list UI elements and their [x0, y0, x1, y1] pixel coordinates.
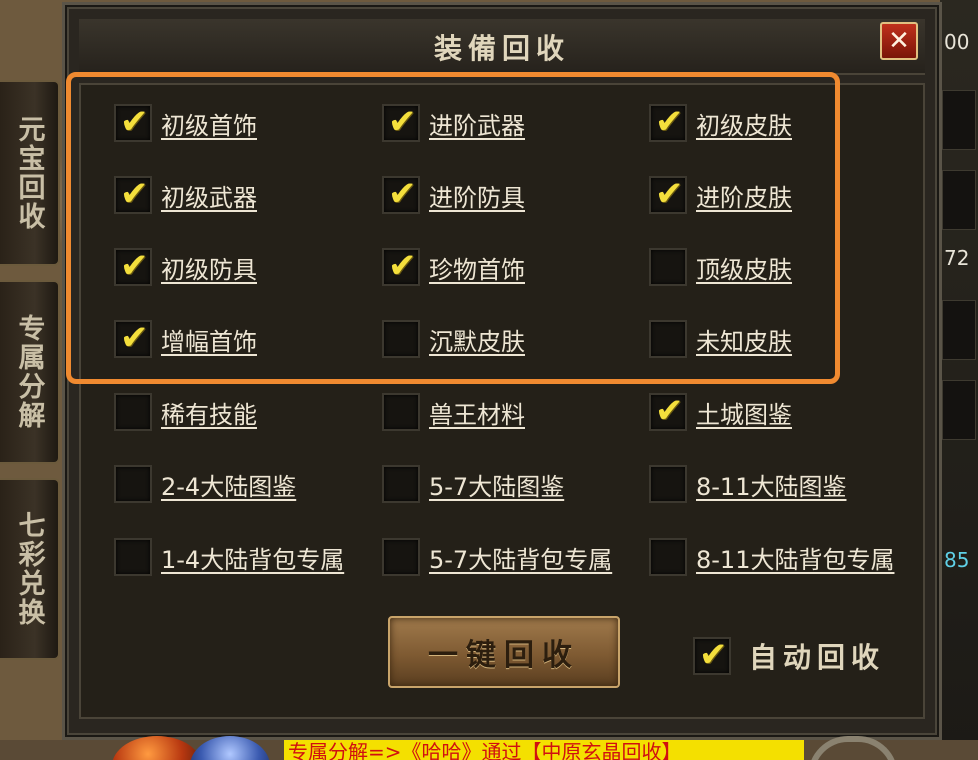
- option-checkbox[interactable]: [649, 538, 687, 576]
- recycle-option[interactable]: 5-7大陆图鉴: [382, 465, 564, 503]
- option-label: 未知皮肤: [696, 327, 792, 356]
- tab-rainbow-exchange[interactable]: 七彩兑换: [0, 478, 60, 660]
- option-checkbox[interactable]: [382, 393, 420, 431]
- hud-slot: [942, 170, 976, 230]
- option-checkbox[interactable]: [382, 538, 420, 576]
- checkmark-icon: ✔: [655, 174, 684, 214]
- checkmark-icon: ✔: [699, 635, 728, 675]
- auto-recycle-label: 自动回收: [749, 641, 886, 674]
- tab-exclusive-decompose[interactable]: 专属分解: [0, 280, 60, 464]
- recycle-option[interactable]: ✔ 初级首饰: [114, 102, 257, 142]
- system-announcement: 专属分解=>《哈哈》通过【中原玄晶回收】: [284, 740, 804, 760]
- dialog-title: 装備回收: [433, 32, 570, 65]
- checkmark-icon: ✔: [120, 246, 149, 286]
- option-label: 增幅首饰: [161, 327, 257, 356]
- recycle-button-label: 一键回收: [428, 638, 580, 673]
- dialog-title-bar: 装備回收: [79, 19, 925, 75]
- one-click-recycle-button[interactable]: 一键回收: [388, 616, 620, 688]
- recycle-option[interactable]: 稀有技能: [114, 393, 257, 431]
- option-checkbox[interactable]: ✔: [649, 174, 687, 214]
- option-checkbox[interactable]: ✔: [114, 174, 152, 214]
- hud-value-mid: 72: [944, 246, 970, 270]
- tab-yuanbao-recycle[interactable]: 元宝回收: [0, 80, 60, 266]
- recycle-option[interactable]: ✔ 土城图鉴: [649, 391, 792, 431]
- recycle-option[interactable]: 沉默皮肤: [382, 320, 525, 358]
- recycle-option[interactable]: ✔ 进阶防具: [382, 174, 525, 214]
- recycle-option[interactable]: 兽王材料: [382, 393, 525, 431]
- tab-label: 元宝回收: [13, 115, 45, 231]
- option-label: 进阶皮肤: [696, 183, 792, 212]
- option-label: 进阶防具: [429, 183, 525, 212]
- option-label: 8-11大陆图鉴: [696, 472, 847, 501]
- close-icon: ✕: [888, 26, 910, 56]
- option-checkbox[interactable]: [649, 248, 687, 286]
- option-checkbox[interactable]: [649, 320, 687, 358]
- option-checkbox[interactable]: [114, 465, 152, 503]
- option-checkbox[interactable]: ✔: [382, 102, 420, 142]
- recycle-option[interactable]: 5-7大陆背包专属: [382, 538, 612, 576]
- option-label: 初级防具: [161, 255, 257, 284]
- recycle-option[interactable]: ✔ 进阶武器: [382, 102, 525, 142]
- option-checkbox[interactable]: ✔: [382, 174, 420, 214]
- checkmark-icon: ✔: [655, 102, 684, 142]
- hud-slot: [942, 90, 976, 150]
- option-label: 5-7大陆背包专属: [429, 545, 613, 574]
- auto-recycle-checkbox[interactable]: ✔: [693, 635, 731, 675]
- option-label: 兽王材料: [429, 400, 525, 429]
- recycle-option[interactable]: 顶级皮肤: [649, 248, 792, 286]
- option-checkbox[interactable]: [114, 393, 152, 431]
- option-label: 初级首饰: [161, 111, 257, 140]
- option-checkbox[interactable]: ✔: [114, 102, 152, 142]
- option-label: 1-4大陆背包专属: [161, 545, 345, 574]
- option-checkbox[interactable]: ✔: [649, 102, 687, 142]
- checkmark-icon: ✔: [120, 102, 149, 142]
- recycle-option[interactable]: 1-4大陆背包专属: [114, 538, 344, 576]
- option-checkbox[interactable]: [382, 320, 420, 358]
- recycle-option[interactable]: ✔ 初级防具: [114, 246, 257, 286]
- option-checkbox[interactable]: ✔: [649, 391, 687, 431]
- option-checkbox[interactable]: ✔: [114, 246, 152, 286]
- right-hud-strip: [940, 0, 978, 760]
- hud-slot: [942, 300, 976, 360]
- auto-recycle-toggle[interactable]: ✔ 自动回收: [693, 635, 886, 676]
- close-button[interactable]: ✕: [880, 22, 918, 60]
- option-label: 初级武器: [161, 183, 257, 212]
- recycle-option[interactable]: 8-11大陆图鉴: [649, 465, 846, 503]
- option-checkbox[interactable]: ✔: [382, 246, 420, 286]
- recycle-option[interactable]: 8-11大陆背包专属: [649, 538, 894, 576]
- recycle-option[interactable]: ✔ 增幅首饰: [114, 318, 257, 358]
- checkmark-icon: ✔: [655, 391, 684, 431]
- option-label: 顶级皮肤: [696, 255, 792, 284]
- option-label: 稀有技能: [161, 400, 257, 429]
- hud-value-bottom: 85: [944, 548, 970, 572]
- option-checkbox[interactable]: ✔: [114, 318, 152, 358]
- recycle-option[interactable]: ✔ 进阶皮肤: [649, 174, 792, 214]
- checkmark-icon: ✔: [388, 174, 417, 214]
- hud-slot: [942, 380, 976, 440]
- recycle-option[interactable]: 2-4大陆图鉴: [114, 465, 296, 503]
- option-checkbox[interactable]: [382, 465, 420, 503]
- option-label: 5-7大陆图鉴: [429, 472, 565, 501]
- tab-label: 七彩兑换: [13, 511, 45, 627]
- option-label: 2-4大陆图鉴: [161, 472, 297, 501]
- option-label: 珍物首饰: [429, 255, 525, 284]
- checkmark-icon: ✔: [388, 246, 417, 286]
- tab-label: 专属分解: [13, 314, 45, 430]
- hud-value-top: 00: [944, 30, 970, 54]
- recycle-option[interactable]: ✔ 初级皮肤: [649, 102, 792, 142]
- option-label: 进阶武器: [429, 111, 525, 140]
- option-checkbox[interactable]: [114, 538, 152, 576]
- checkmark-icon: ✔: [388, 102, 417, 142]
- option-label: 沉默皮肤: [429, 327, 525, 356]
- recycle-option[interactable]: 未知皮肤: [649, 320, 792, 358]
- option-label: 土城图鉴: [696, 400, 792, 429]
- option-checkbox[interactable]: [649, 465, 687, 503]
- recycle-option[interactable]: ✔ 初级武器: [114, 174, 257, 214]
- option-label: 8-11大陆背包专属: [696, 545, 895, 574]
- option-label: 初级皮肤: [696, 111, 792, 140]
- checkmark-icon: ✔: [120, 174, 149, 214]
- checkmark-icon: ✔: [120, 318, 149, 358]
- recycle-option[interactable]: ✔ 珍物首饰: [382, 246, 525, 286]
